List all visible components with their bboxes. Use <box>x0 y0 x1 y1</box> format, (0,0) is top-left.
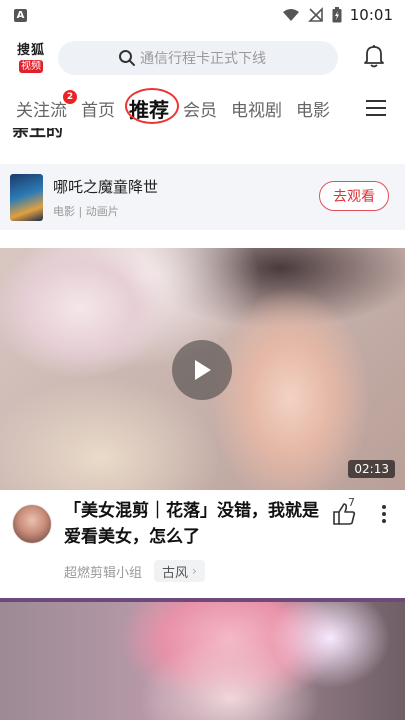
movie-title: 哪吒之魔童降世 <box>53 177 159 196</box>
tab-movie[interactable]: 电影 <box>296 96 330 121</box>
movie-meta: 电影 | 动画片 <box>53 204 119 218</box>
author-name[interactable]: 超燃剪辑小组 <box>64 562 142 581</box>
more-options-icon[interactable] <box>381 504 387 524</box>
tab-label: 电视剧 <box>231 100 282 121</box>
battery-charging-icon <box>332 7 342 23</box>
menu-icon[interactable] <box>365 99 387 117</box>
tab-recommend[interactable]: 推荐 <box>125 87 179 124</box>
video-duration: 02:13 <box>348 460 395 478</box>
tab-label: 会员 <box>183 100 217 121</box>
tab-label: 关注流 <box>16 100 67 121</box>
logo-text-top: 搜狐 <box>16 42 45 58</box>
post-meta: 超燃剪辑小组 古风 › <box>64 560 205 582</box>
logo-text-bottom: 视频 <box>19 59 43 73</box>
search-input[interactable]: 通信行程卡正式下线 <box>58 41 338 75</box>
video-thumbnail-2[interactable] <box>0 598 405 720</box>
tab-home[interactable]: 首页 <box>81 96 115 121</box>
chevron-right-icon: › <box>192 564 197 578</box>
app-logo[interactable]: 搜狐 视频 <box>14 41 48 75</box>
section-heading: 亲王的 <box>12 128 63 141</box>
status-bar: A 10:01 <box>0 0 405 30</box>
notification-icon: A <box>14 8 27 22</box>
bell-icon[interactable] <box>363 44 385 68</box>
search-icon <box>119 50 135 66</box>
play-icon <box>195 360 211 380</box>
tag-chip[interactable]: 古风 › <box>154 560 205 582</box>
video-post: 「美女混剪｜花落」没错，我就是爱看美女，怎么了 7 超燃剪辑小组 古风 › <box>0 490 405 598</box>
movie-info: 哪吒之魔童降世 电影 | 动画片 <box>53 176 158 219</box>
top-bar: 搜狐 视频 通信行程卡正式下线 <box>0 36 405 80</box>
wifi-icon <box>282 9 299 21</box>
watch-button[interactable]: 去观看 <box>319 181 389 211</box>
search-placeholder: 通信行程卡正式下线 <box>140 51 266 67</box>
tag-label: 古风 <box>162 565 189 581</box>
tab-label: 电影 <box>296 100 330 121</box>
active-tab-ring <box>125 87 179 124</box>
avatar[interactable] <box>12 504 52 544</box>
tab-vip[interactable]: 会员 <box>183 96 217 121</box>
thumbs-up-icon[interactable] <box>332 502 360 526</box>
channel-tabs: 关注流 2 首页 推荐 会员 电视剧 电影 <box>0 87 405 128</box>
status-time: 10:01 <box>349 6 393 24</box>
signal-off-icon <box>307 7 323 22</box>
thumbnail-strip <box>0 598 405 602</box>
play-button[interactable] <box>172 340 232 400</box>
movie-card[interactable]: 哪吒之魔童降世 电影 | 动画片 去观看 <box>0 164 405 230</box>
post-title[interactable]: 「美女混剪｜花落」没错，我就是爱看美女，怎么了 <box>64 498 326 550</box>
tab-label: 首页 <box>81 100 115 121</box>
tab-tv-series[interactable]: 电视剧 <box>231 96 282 121</box>
tab-following[interactable]: 关注流 2 <box>16 89 77 121</box>
video-thumbnail[interactable]: 02:13 <box>0 248 405 490</box>
like-count: 7 <box>348 496 355 509</box>
movie-poster <box>10 173 43 221</box>
tab-badge: 2 <box>63 89 77 104</box>
